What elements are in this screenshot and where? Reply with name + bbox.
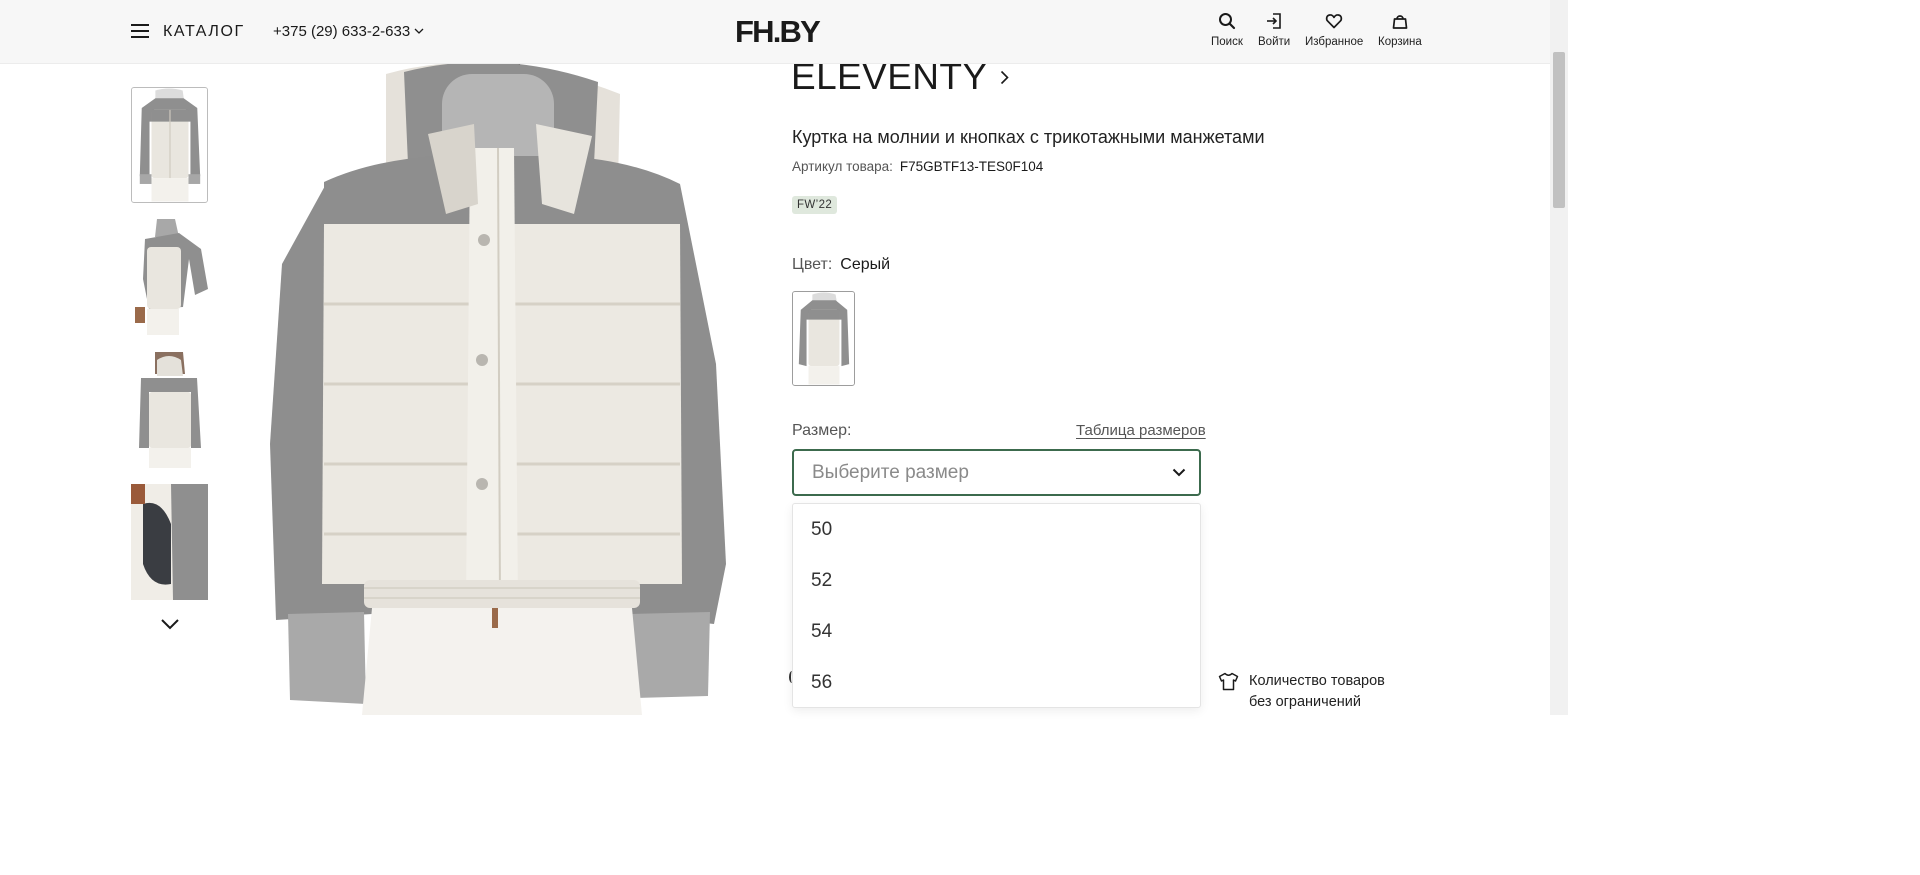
product-sku: Артикул товара: F75GBTF13-TES0F104 [792, 159, 1043, 174]
search-icon [1218, 13, 1236, 30]
color-value: Серый [840, 256, 891, 273]
size-option-56[interactable]: 56 [793, 657, 1200, 708]
size-chart-link[interactable]: Таблица размеров [1076, 422, 1206, 439]
size-option-50[interactable]: 50 [793, 504, 1200, 555]
color-label: Цвет: [792, 256, 833, 273]
chevron-down-icon [1172, 468, 1186, 477]
heart-icon [1325, 14, 1343, 29]
cart-button[interactable]: Корзина [1378, 12, 1422, 48]
gallery-thumbnail-side[interactable] [131, 219, 208, 335]
size-dropdown-list: 50 52 54 56 [792, 503, 1201, 708]
search-label: Поиск [1211, 36, 1243, 48]
gallery-thumbnail-detail[interactable] [131, 484, 208, 600]
jacket-side-thumbnail-image [131, 219, 208, 335]
jacket-front-thumbnail-image [132, 88, 207, 202]
phone-number: +375 (29) 633-2-633 [273, 23, 411, 40]
size-label: Размер: [792, 422, 852, 439]
bag-icon [1392, 15, 1408, 29]
size-select[interactable]: Выберите размер [792, 449, 1201, 496]
login-icon [1267, 13, 1281, 29]
favorites-label: Избранное [1305, 36, 1364, 48]
catalog-link[interactable]: КАТАЛОГ [163, 23, 245, 41]
color-row: Цвет: Серый [792, 256, 890, 274]
quantity-note: Количество товаров без ограничений [1218, 671, 1385, 713]
chevron-down-icon [414, 28, 424, 34]
site-header: КАТАЛОГ +375 (29) 633-2-633 FH.BY Поиск … [0, 0, 1550, 64]
size-option-52[interactable]: 52 [793, 555, 1200, 606]
login-button[interactable]: Войти [1258, 12, 1290, 48]
cart-label: Корзина [1378, 36, 1422, 48]
favorites-button[interactable]: Избранное [1305, 12, 1363, 48]
chevron-right-icon [1000, 70, 1009, 84]
quantity-note-line1: Количество товаров [1249, 673, 1385, 689]
tshirt-icon [1218, 672, 1239, 691]
gallery-scroll-down-icon[interactable] [160, 617, 180, 631]
season-badge: FW’22 [792, 196, 838, 214]
phone-dropdown[interactable]: +375 (29) 633-2-633 [273, 23, 424, 40]
color-swatch-image [793, 292, 854, 385]
sku-label: Артикул товара: [792, 159, 893, 174]
jacket-back-thumbnail-image [131, 352, 208, 468]
search-button[interactable]: Поиск [1211, 12, 1243, 48]
size-option-54[interactable]: 54 [793, 606, 1200, 657]
quantity-note-line2: без ограничений [1249, 694, 1361, 710]
sku-value: F75GBTF13-TES0F104 [899, 159, 1044, 174]
scrollbar-thumb[interactable] [1553, 52, 1565, 208]
jacket-front-photo [252, 64, 742, 715]
site-logo[interactable]: FH.BY [735, 14, 821, 50]
menu-icon[interactable] [131, 24, 149, 38]
product-title: Куртка на молнии и кнопках с трикотажным… [792, 127, 1265, 147]
login-label: Войти [1258, 36, 1291, 48]
gallery-thumbnail-back[interactable] [131, 352, 208, 468]
gallery-thumbnail-front[interactable] [131, 87, 208, 203]
jacket-detail-thumbnail-image [131, 484, 208, 600]
size-select-placeholder: Выберите размер [812, 461, 969, 483]
color-swatch-grey[interactable] [792, 291, 855, 386]
main-product-image[interactable] [252, 64, 742, 715]
